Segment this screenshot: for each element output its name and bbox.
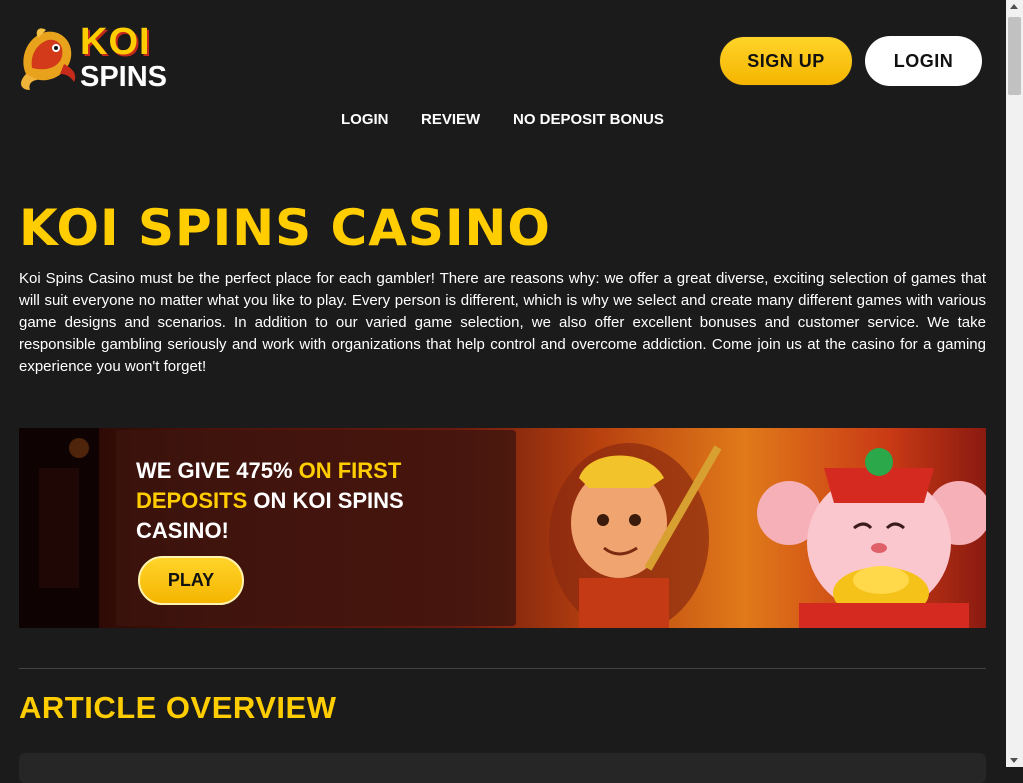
- article-overview-heading: ARTICLE OVERVIEW: [19, 690, 337, 725]
- play-button[interactable]: PLAY: [138, 556, 244, 605]
- page-title: KOI SPINS CASINO: [19, 199, 551, 257]
- logo-text-koi: KOI: [80, 21, 151, 63]
- section-divider: [19, 668, 986, 669]
- promo-banner: WE GIVE 475% ON FIRST DEPOSITS ON KOI SP…: [19, 428, 986, 628]
- logo-text-spins: SPINS: [80, 61, 168, 93]
- page: KOI SPINS SIGN UP LOGIN LOGIN REVIEW NO …: [0, 0, 1006, 783]
- scroll-up-icon[interactable]: [1010, 4, 1018, 9]
- site-logo[interactable]: KOI SPINS: [18, 22, 183, 96]
- vertical-scrollbar[interactable]: [1006, 0, 1023, 767]
- koi-fish-icon: [21, 28, 76, 90]
- nav-item-no-deposit-bonus[interactable]: NO DEPOSIT BONUS: [513, 111, 664, 128]
- article-overview-box[interactable]: [19, 753, 986, 783]
- banner-headline: WE GIVE 475% ON FIRST DEPOSITS ON KOI SP…: [136, 456, 456, 546]
- scrollbar-thumb[interactable]: [1008, 17, 1021, 95]
- login-button[interactable]: LOGIN: [865, 36, 982, 86]
- nav-item-review[interactable]: REVIEW: [421, 111, 480, 128]
- signup-button[interactable]: SIGN UP: [719, 36, 853, 86]
- main-nav: LOGIN REVIEW NO DEPOSIT BONUS: [0, 111, 1006, 131]
- headline-part1: WE GIVE 475%: [136, 458, 299, 483]
- intro-paragraph: Koi Spins Casino must be the perfect pla…: [19, 270, 986, 375]
- scroll-down-icon[interactable]: [1010, 758, 1018, 763]
- nav-item-login[interactable]: LOGIN: [341, 111, 389, 128]
